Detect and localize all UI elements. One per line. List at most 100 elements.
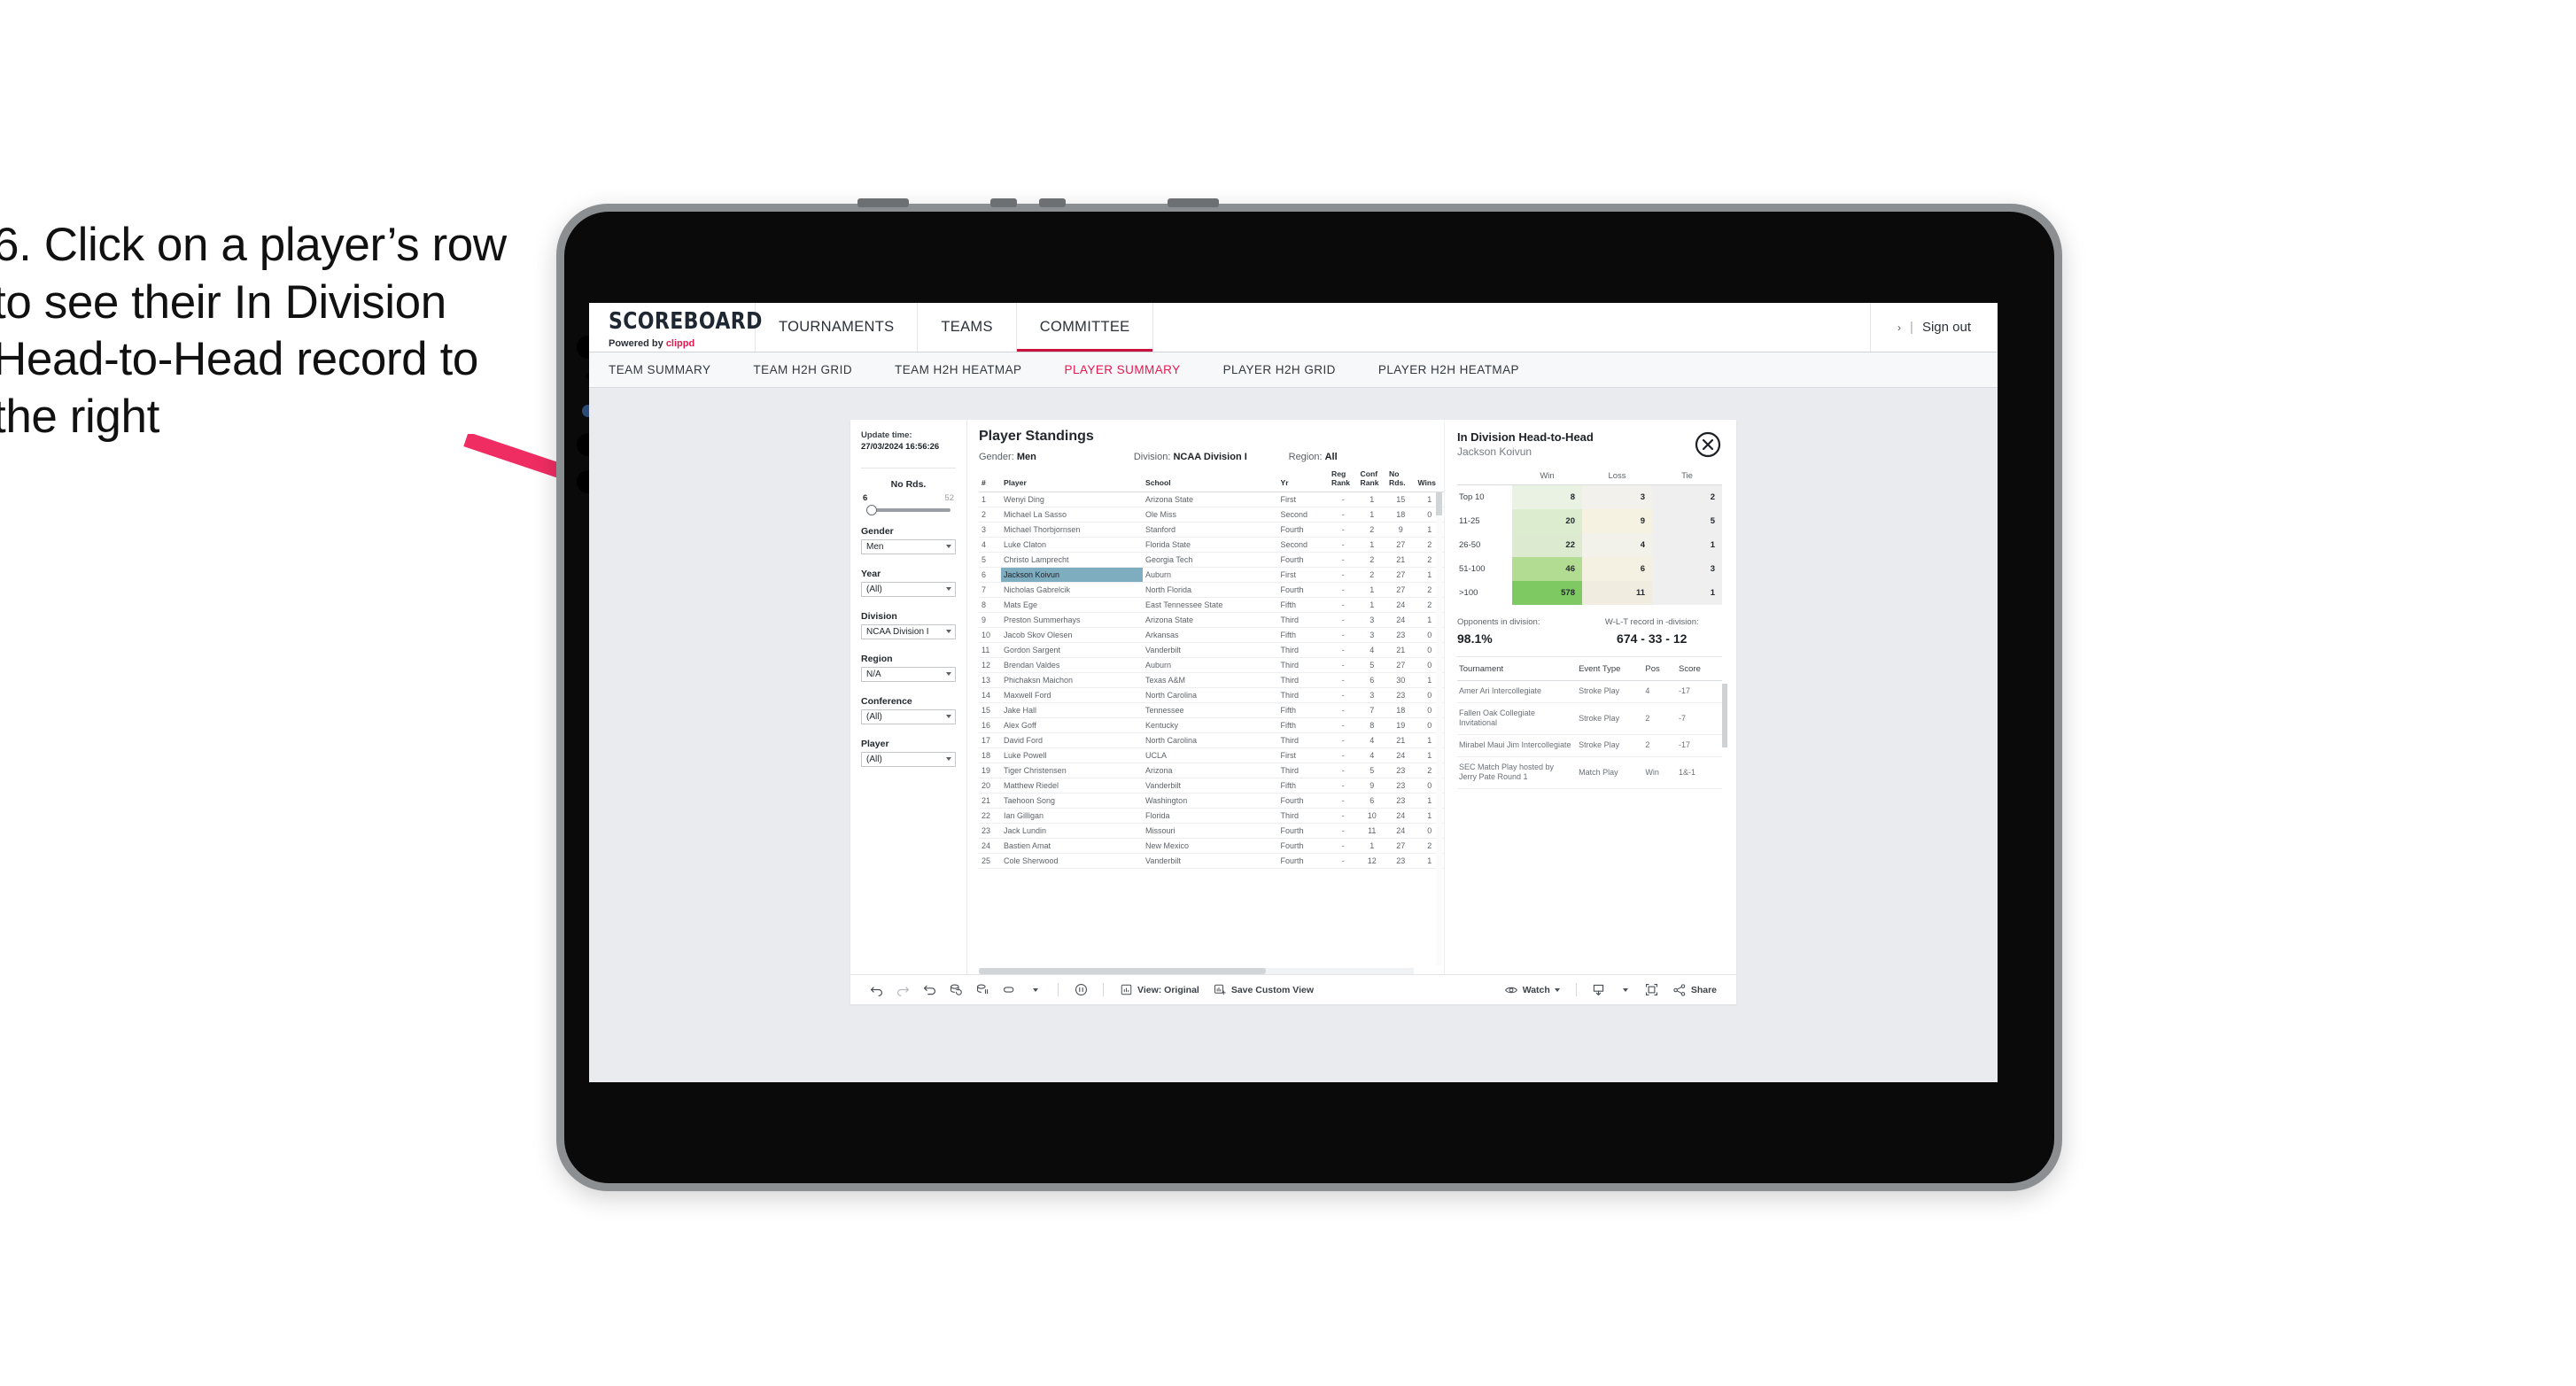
save-custom-view-button[interactable]: Save Custom View [1207,983,1321,996]
table-row[interactable]: 4 Luke Claton Florida State Second -1 27 2 [979,537,1444,554]
tab-player-summary[interactable]: PLAYER SUMMARY [1065,363,1204,376]
nav-item-teams[interactable]: TEAMS [918,303,1017,352]
row-no-rds: 19 [1386,717,1416,734]
chevron-right-icon[interactable]: › [1897,321,1901,334]
tournament-row[interactable]: SEC Match Play hosted by Jerry Pate Roun… [1457,756,1722,790]
share-button[interactable]: Share [1665,983,1724,997]
view-original-button[interactable]: View: Original [1113,983,1207,996]
tournament-row[interactable]: Amer Ari Intercollegiate Stroke Play 4 -17 [1457,680,1722,703]
highlight-icon[interactable] [996,977,1022,1003]
row-rank: 3 [979,522,1001,538]
table-row[interactable]: 14 Maxwell Ford North Carolina Third -3 23 0 [979,687,1444,704]
row-conf-rank: 6 [1357,793,1386,809]
conference-select[interactable]: (All) [861,708,956,724]
col-player[interactable]: Player [1001,468,1143,493]
trn-col-score[interactable]: Score [1677,657,1722,681]
tablet-button-top-4 [1168,198,1219,207]
table-row[interactable]: 8 Mats Ege East Tennessee State Fifth -1 24 2 [979,597,1444,614]
tournament-row[interactable]: Mirabel Maui Jim Intercollegiate Stroke P… [1457,734,1722,757]
table-row[interactable]: 10 Jacob Skov Olesen Arkansas Fifth -3 23 0 [979,627,1444,644]
download-dropdown-caret[interactable] [1612,977,1639,1003]
pause-updates-icon[interactable] [969,977,996,1003]
table-row[interactable]: 12 Brendan Valdes Auburn Third -5 27 0 [979,657,1444,674]
row-conf-rank: 11 [1357,823,1386,840]
tab-team-summary[interactable]: TEAM SUMMARY [609,363,733,376]
undo-icon[interactable] [863,977,889,1003]
division-select[interactable]: NCAA Division I [861,623,956,639]
tab-team-h2h-heatmap[interactable]: TEAM H2H HEATMAP [895,363,1044,376]
close-circle-icon[interactable] [1694,430,1722,459]
trn-col-event-type[interactable]: Event Type [1577,657,1644,681]
table-row[interactable]: 23 Jack Lundin Missouri Fourth -11 24 0 [979,823,1444,840]
table-row[interactable]: 7 Nicholas Gabrelcik North Florida Fourth -1… [979,582,1444,599]
col-reg-rank[interactable]: Reg Rank [1329,468,1358,493]
table-row[interactable]: 5 Christo Lamprecht Georgia Tech Fourth -2 21… [979,552,1444,569]
row-reg-rank: - [1329,808,1358,825]
gender-select[interactable]: Men [861,538,956,554]
table-row[interactable]: 19 Tiger Christensen Arizona Third -5 23 2 [979,763,1444,779]
table-row[interactable]: 17 David Ford North Carolina Third -4 21 1 [979,732,1444,749]
table-row[interactable]: 15 Jake Hall Tennessee Fifth -7 18 0 [979,702,1444,719]
row-player-name: Cole Sherwood [1001,853,1143,870]
highlight-dropdown-caret[interactable] [1022,977,1049,1003]
standings-horizontal-scrollbar[interactable] [979,968,1414,974]
revert-icon[interactable] [916,977,943,1003]
download-icon[interactable] [1586,977,1612,1003]
table-row[interactable]: 2 Michael La Sasso Ole Miss Second -1 18 0 [979,507,1444,523]
col-wins[interactable]: Wins [1415,468,1444,493]
refresh-data-icon[interactable] [943,977,969,1003]
watch-button[interactable]: Watch [1497,983,1567,997]
no-rounds-slider[interactable]: 6 52 [861,493,956,515]
table-row[interactable]: 1 Wenyi Ding Arizona State First -1 15 1 [979,492,1444,508]
table-row[interactable]: 3 Michael Thorbjornsen Stanford Fourth -2 9 1 [979,522,1444,538]
trn-col-tournament[interactable]: Tournament [1457,657,1578,681]
table-row[interactable]: 24 Bastien Amat New Mexico Fourth -1 27 2 [979,838,1444,855]
tab-player-h2h-grid[interactable]: PLAYER H2H GRID [1223,363,1359,376]
row-rank: 17 [979,732,1001,749]
table-row[interactable]: 18 Luke Powell UCLA First -4 24 1 [979,747,1444,764]
slider-handle[interactable] [866,504,877,515]
tournament-scrollbar[interactable] [1722,684,1727,747]
sign-out-link[interactable]: Sign out [1922,320,1971,335]
tab-team-h2h-grid[interactable]: TEAM H2H GRID [753,363,875,376]
year-select[interactable]: (All) [861,581,956,597]
fullscreen-icon[interactable] [1639,977,1665,1003]
table-row[interactable]: 16 Alex Goff Kentucky Fifth -8 19 0 [979,717,1444,734]
scrollbar-thumb[interactable] [1436,492,1442,516]
table-row[interactable]: 21 Taehoon Song Washington Fourth -6 23 1 [979,793,1444,809]
nav-item-tournaments[interactable]: TOURNAMENTS [756,303,919,352]
region-select[interactable]: N/A [861,666,956,682]
table-row[interactable]: 20 Matthew Riedel Vanderbilt Fifth -9 23 0 [979,778,1444,794]
col-school[interactable]: School [1143,468,1278,493]
row-no-rds: 24 [1386,597,1416,614]
tab-player-h2h-heatmap[interactable]: PLAYER H2H HEATMAP [1378,363,1542,376]
redo-icon[interactable] [889,977,916,1003]
tournament-row[interactable]: Fallen Oak Collegiate Invitational Stroke… [1457,702,1722,736]
slider-track[interactable] [866,504,950,515]
row-year: Fourth [1277,552,1329,569]
table-row[interactable]: 13 Phichaksn Maichon Texas A&M Third -6 30 1 [979,672,1444,689]
standings-vertical-scrollbar[interactable] [1436,492,1442,965]
col-conf-rank[interactable]: Conf Rank [1357,468,1386,493]
row-year: First [1277,567,1329,584]
row-conf-rank: 2 [1357,567,1386,584]
nav-item-committee[interactable]: COMMITTEE [1017,303,1154,352]
player-select[interactable]: (All) [861,751,956,767]
trn-col-pos[interactable]: Pos [1643,657,1678,681]
pause-icon[interactable] [1067,977,1094,1003]
table-row[interactable]: 9 Preston Summerhays Arizona State Third -3 2… [979,612,1444,629]
app-logo[interactable]: SCOREBOARD Powered by clippd [589,303,762,352]
row-reg-rank: - [1329,657,1358,674]
table-row[interactable]: 6 Jackson Koivun Auburn First -2 27 1 [979,567,1444,584]
col-no-rds[interactable]: No Rds. [1386,468,1416,493]
table-row[interactable]: 25 Cole Sherwood Vanderbilt Fourth -12 23 1 [979,853,1444,870]
col-rank[interactable]: # [979,468,1001,493]
row-conf-rank: 5 [1357,763,1386,779]
filter-year: Year (All) [861,569,956,597]
row-conf-rank: 1 [1357,492,1386,508]
col-year[interactable]: Yr [1277,468,1329,493]
meta-gender-value: Men [1016,452,1036,462]
scrollbar-thumb-horizontal[interactable] [979,968,1267,974]
table-row[interactable]: 11 Gordon Sargent Vanderbilt Third -4 21 0 [979,642,1444,659]
table-row[interactable]: 22 Ian Gilligan Florida Third -10 24 1 [979,808,1444,825]
